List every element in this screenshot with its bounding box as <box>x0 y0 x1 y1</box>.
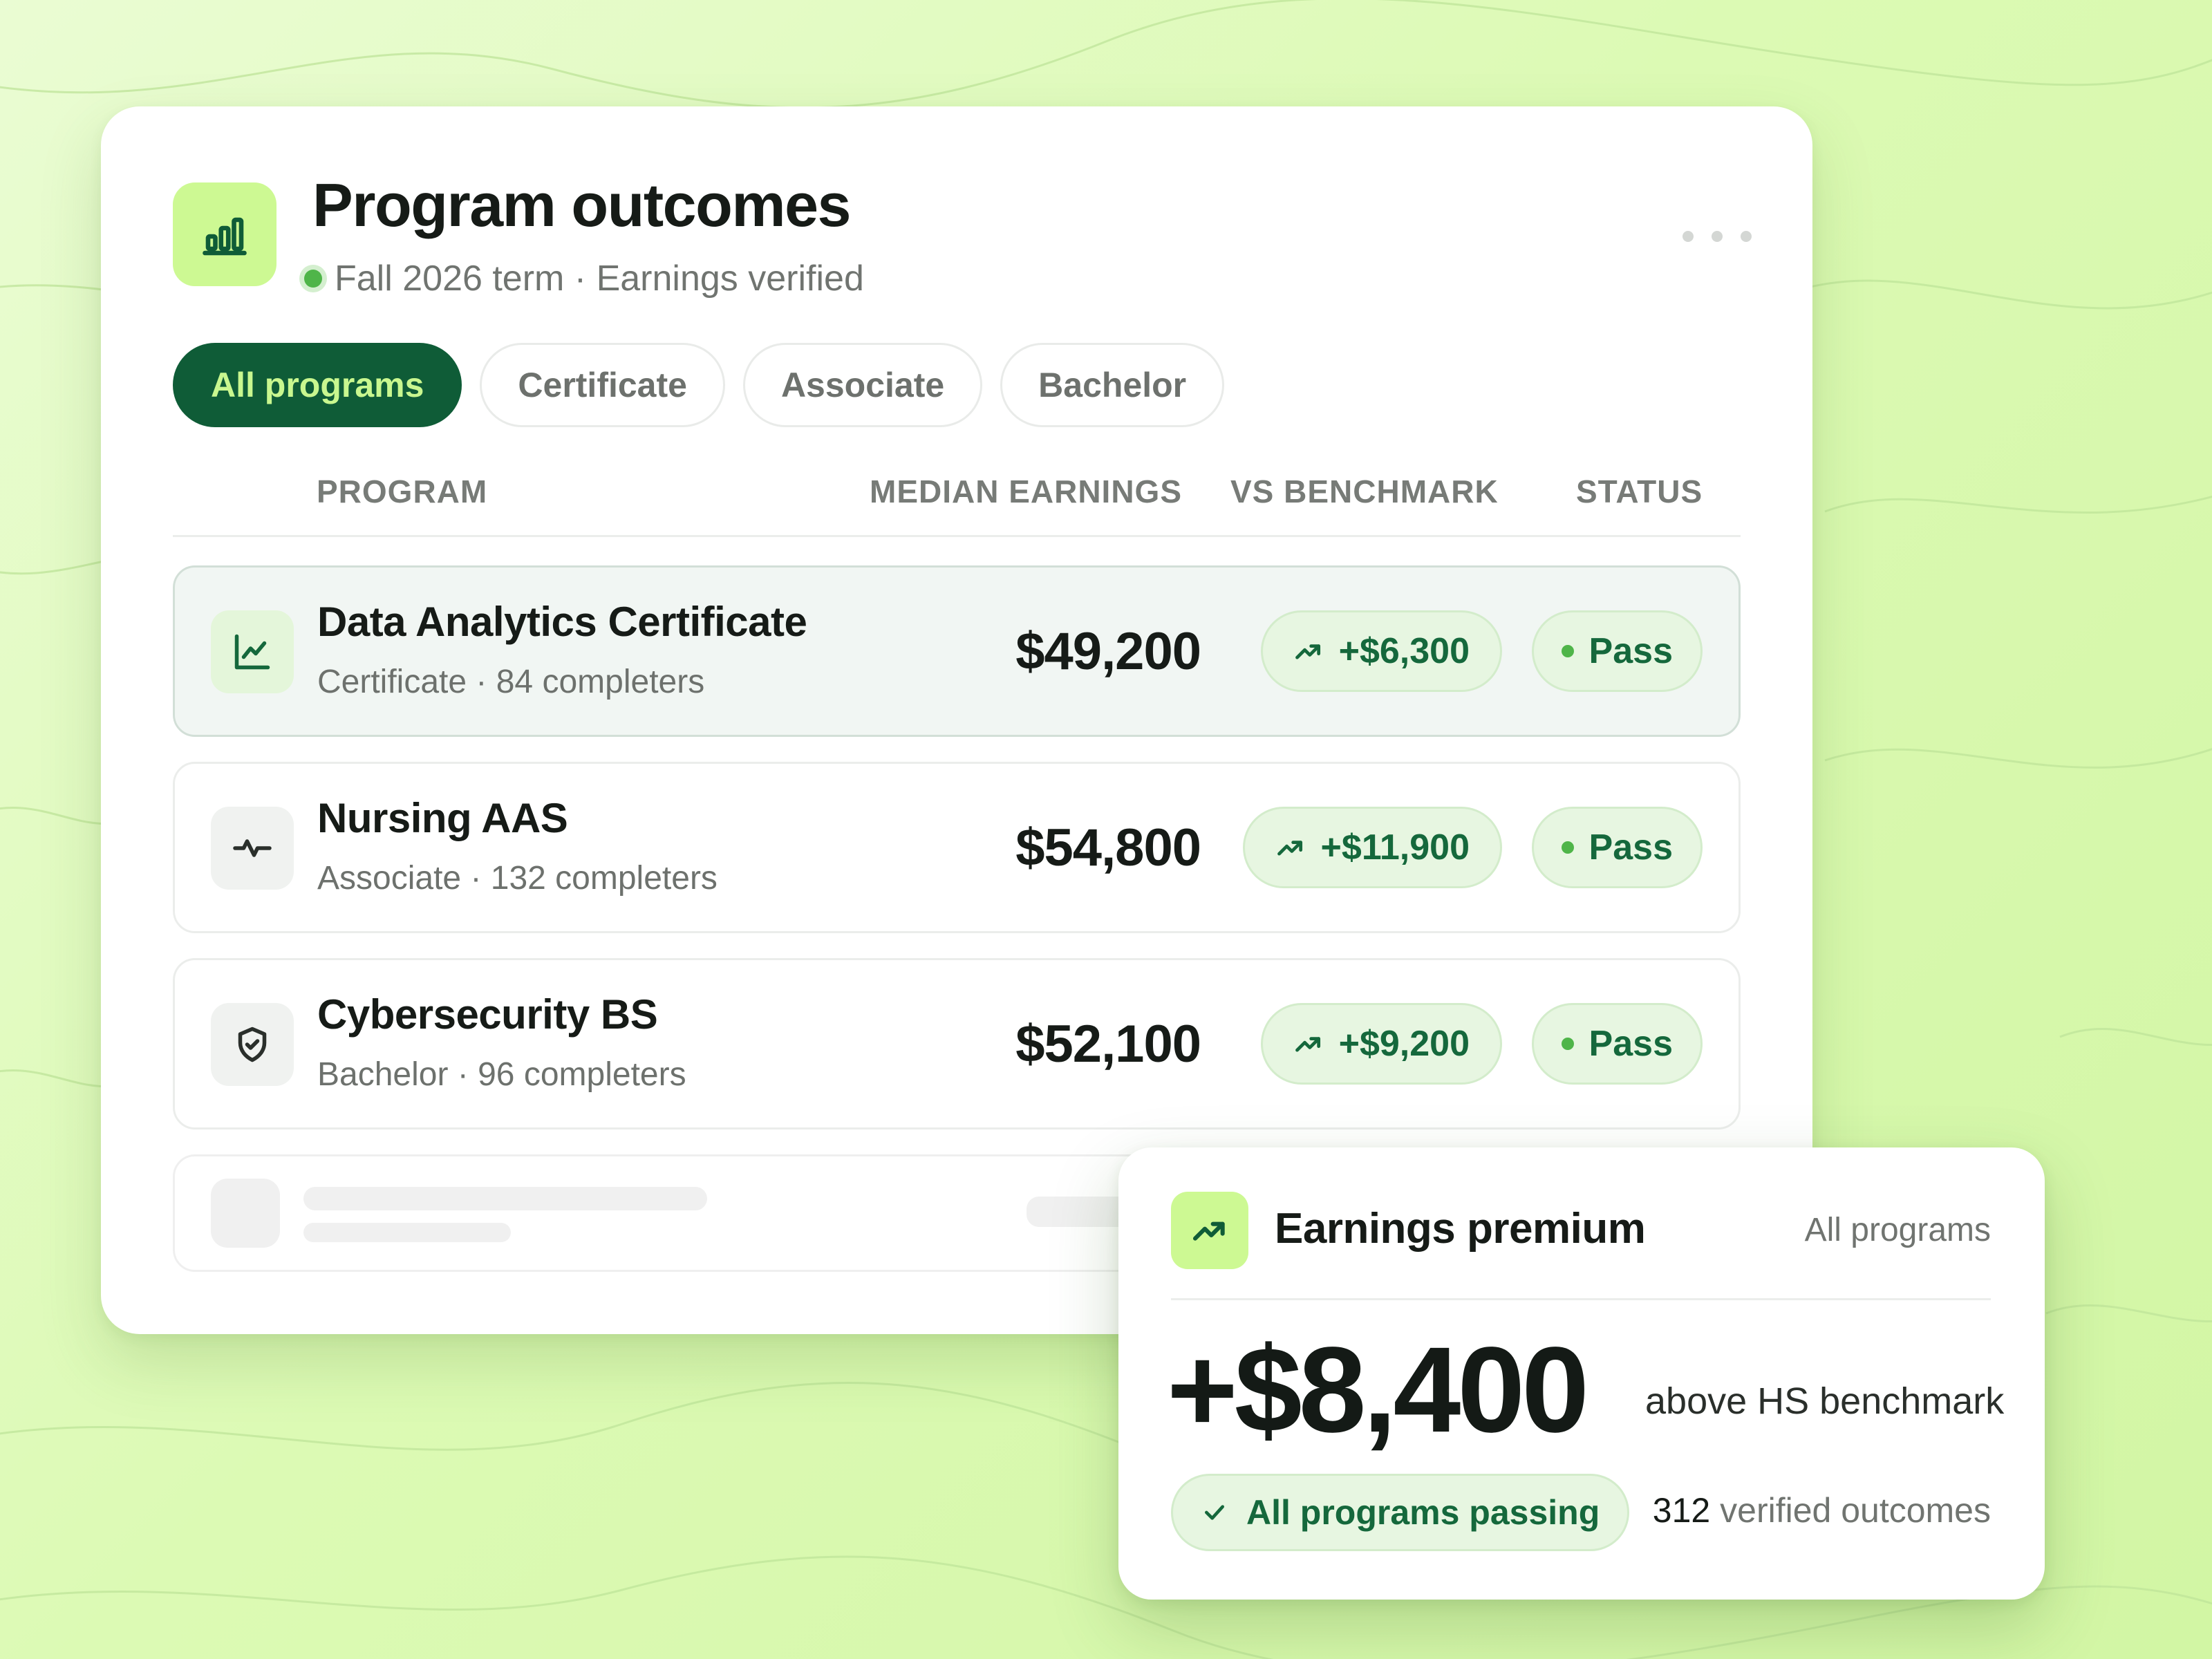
program-name: Data Analytics Certificate <box>317 599 807 645</box>
status-badge: Pass <box>1531 807 1703 888</box>
trend-up-icon <box>1295 1037 1320 1052</box>
program-name: Cybersecurity BS <box>317 991 658 1038</box>
benchmark-delta-value: +$6,300 <box>1338 631 1470 671</box>
status-badge: Pass <box>1531 610 1703 692</box>
status-dot <box>1561 1038 1574 1050</box>
column-header-program[interactable]: PROGRAM <box>317 473 487 510</box>
more-dot-icon <box>1683 231 1694 242</box>
term-status-text: Fall 2026 term · Earnings verified <box>335 259 864 299</box>
page-title: Program outcomes <box>312 171 851 239</box>
skeleton-line <box>303 1223 511 1242</box>
more-dot-icon <box>1741 231 1752 242</box>
tab-bachelor[interactable]: Bachelor <box>1000 343 1225 427</box>
earnings-premium-value: +$8,400 <box>1167 1322 1589 1458</box>
program-type-tabs: All programs Certificate Associate Bache… <box>173 343 1225 427</box>
status-dot <box>1561 841 1574 854</box>
tab-associate[interactable]: Associate <box>742 343 983 427</box>
term-status: Fall 2026 term · Earnings verified <box>304 254 864 303</box>
trend-up-icon <box>1277 841 1302 856</box>
status-badge: Pass <box>1531 1003 1703 1085</box>
table-row[interactable]: Nursing AAS Associate · 132 completers $… <box>173 762 1741 933</box>
more-options-button[interactable] <box>1683 223 1752 250</box>
pulse-icon <box>211 807 294 890</box>
status-dot <box>1561 645 1574 657</box>
column-header-status[interactable]: STATUS <box>1576 473 1703 510</box>
summary-divider <box>1171 1298 1991 1300</box>
verified-outcomes-label: verified outcomes <box>1720 1491 1991 1530</box>
benchmark-delta-badge: +$6,300 <box>1260 610 1502 692</box>
median-earnings: $52,100 <box>1015 1015 1201 1074</box>
status-label: Pass <box>1588 1024 1673 1064</box>
all-passing-label: All programs passing <box>1246 1493 1600 1532</box>
verified-outcomes-number: 312 <box>1652 1491 1711 1530</box>
all-passing-badge: All programs passing <box>1171 1474 1630 1551</box>
skeleton-icon <box>211 1179 280 1248</box>
table-row[interactable]: Cybersecurity BS Bachelor · 96 completer… <box>173 958 1741 1130</box>
benchmark-delta-badge: +$11,900 <box>1242 807 1502 888</box>
shield-check-icon <box>211 1003 294 1086</box>
live-status-dot <box>304 270 322 288</box>
tab-certificate[interactable]: Certificate <box>480 343 725 427</box>
check-icon <box>1205 1505 1224 1520</box>
program-meta: Bachelor · 96 completers <box>317 1056 686 1093</box>
summary-scope-selector[interactable]: All programs <box>1805 1211 1991 1249</box>
benchmark-delta-badge: +$9,200 <box>1260 1003 1502 1085</box>
program-name: Nursing AAS <box>317 795 568 841</box>
column-header-median-earnings[interactable]: MEDIAN EARNINGS <box>870 473 1182 510</box>
header-divider <box>173 535 1741 537</box>
earnings-premium-label: above HS benchmark <box>1645 1380 2005 1422</box>
column-header-vs-benchmark[interactable]: VS BENCHMARK <box>1230 473 1499 510</box>
skeleton-line <box>303 1187 707 1210</box>
line-chart-icon <box>211 610 294 693</box>
program-meta: Certificate · 84 completers <box>317 664 705 700</box>
earnings-premium-card: Earnings premium All programs +$8,400 ab… <box>1118 1147 2045 1600</box>
median-earnings: $49,200 <box>1015 622 1201 681</box>
verified-outcomes-count: 312 verified outcomes <box>1653 1490 1991 1530</box>
trend-up-icon <box>1295 644 1320 659</box>
benchmark-delta-value: +$11,900 <box>1320 827 1470 868</box>
tab-all-programs[interactable]: All programs <box>173 343 462 427</box>
status-label: Pass <box>1588 631 1673 671</box>
bar-chart-icon <box>173 182 276 286</box>
program-meta: Associate · 132 completers <box>317 860 718 897</box>
trend-up-icon <box>1171 1192 1248 1269</box>
median-earnings: $54,800 <box>1015 818 1201 877</box>
summary-title: Earnings premium <box>1275 1205 1646 1253</box>
benchmark-delta-value: +$9,200 <box>1338 1024 1470 1064</box>
more-dot-icon <box>1712 231 1723 242</box>
status-label: Pass <box>1588 827 1673 868</box>
table-row[interactable]: Data Analytics Certificate Certificate ·… <box>173 565 1741 737</box>
